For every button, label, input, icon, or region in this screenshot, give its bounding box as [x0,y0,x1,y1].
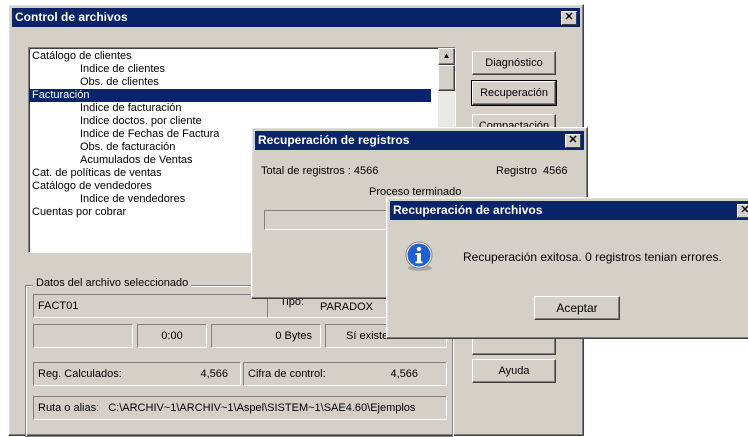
datos-archivo-label: Datos del archivo seleccionado [33,277,192,289]
ruta-value: C:\ARCHIV~1\ARCHIV~1\Aspel\SISTEM~1\SAE4… [108,402,416,414]
progress-titlebar[interactable]: Recuperación de registros ✕ [255,131,584,150]
file-name-field: FACT01 [33,294,269,318]
close-icon: ✕ [568,134,578,146]
exists-value: Sí existe [346,330,389,342]
time-value: 0:00 [161,330,183,342]
registro-label: Registro [496,165,537,177]
tipo-value: PARADOX [320,301,373,313]
list-item[interactable]: Obs. de clientes [29,76,431,89]
main-window-title: Control de archivos [15,10,128,24]
size-value: 0 Bytes [275,330,312,342]
aceptar-button[interactable]: Aceptar [534,296,620,320]
info-icon [403,240,435,272]
time-field: 0:00 [137,324,207,348]
close-icon: ✕ [564,11,574,23]
reg-calculados-value: 4,566 [200,368,228,380]
main-close-button[interactable]: ✕ [561,11,577,25]
list-item[interactable]: Catálogo de clientes [29,50,431,63]
list-item[interactable]: Indice de clientes [29,63,431,76]
progress-dialog-title: Recuperación de registros [258,133,410,147]
main-titlebar[interactable]: Control de archivos ✕ [12,8,580,27]
cifra-control-value: 4,566 [390,368,418,380]
size-field: 0 Bytes [211,324,321,348]
close-icon: ✕ [740,204,748,216]
message-close-button[interactable]: ✕ [737,204,748,218]
file-name-value: FACT01 [38,300,79,312]
message-text: Recuperación exitosa. 0 registros tenian… [463,250,722,264]
blank-field [33,324,133,348]
reg-calculados-label: Reg. Calculados: [38,368,122,380]
recuperacion-button[interactable]: Recuperación [471,80,557,106]
message-titlebar[interactable]: Recuperación de archivos ✕ [390,201,748,220]
arrow-up-icon: ▲ [442,51,451,60]
ruta-label: Ruta o alias: [38,402,100,414]
list-item[interactable]: Indice de facturación [29,102,431,115]
cifra-control-label: Cifra de control: [248,368,326,380]
progress-close-button[interactable]: ✕ [565,134,581,148]
message-dialog-title: Recuperación de archivos [393,203,543,217]
total-registros-label: Total de registros : 4566 [261,165,379,177]
list-item[interactable]: Facturación [29,89,431,102]
recuperacion-archivos-dialog: Recuperación de archivos ✕ Recuperación … [386,197,748,339]
ayuda-button[interactable]: Ayuda [472,359,556,383]
scroll-up-button[interactable]: ▲ [438,48,455,65]
scroll-thumb[interactable] [438,65,455,91]
ruta-field: Ruta o alias: C:\ARCHIV~1\ARCHIV~1\Aspel… [33,396,447,420]
cifra-control-field: Cifra de control: 4,566 [243,362,447,386]
registro-value: 4566 [543,165,568,177]
reg-calculados-field: Reg. Calculados: 4,566 [33,362,241,386]
diagnostico-button[interactable]: Diagnóstico [472,51,556,75]
